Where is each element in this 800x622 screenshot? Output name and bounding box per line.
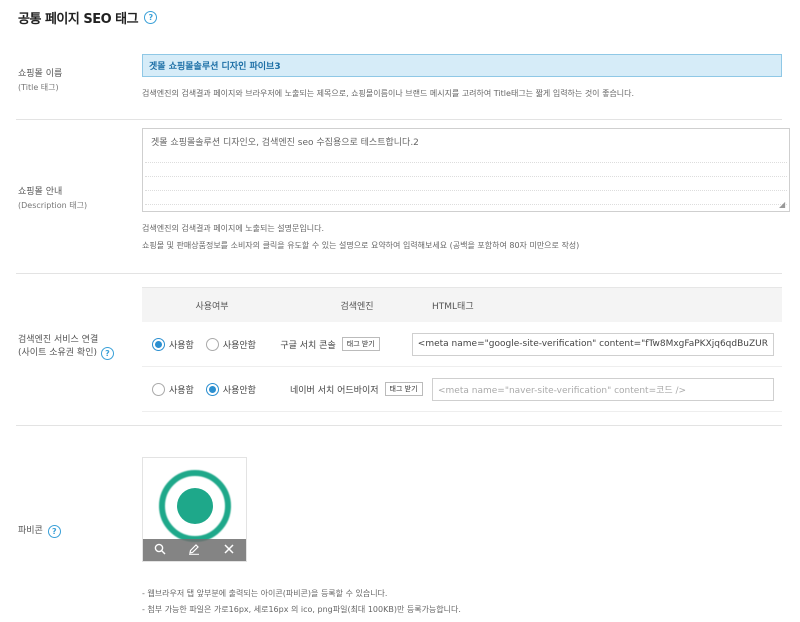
column-header: 검색엔진 [340, 301, 374, 312]
naver-tag-input[interactable]: <meta name="naver-site-verification" con… [432, 377, 774, 401]
column-header: 사용여부 [195, 301, 229, 312]
shop-desc-help-2: 쇼핑몰 및 판매상품정보를 소비자의 클릭을 유도할 수 있는 설명으로 요약하… [142, 241, 580, 250]
help-icon[interactable]: ? [101, 347, 114, 360]
favicon-label-text: 파비콘 [18, 526, 43, 536]
radio-icon[interactable] [152, 382, 165, 396]
shop-desc-value: 겟몰 쇼핑몰솔루션 디자인오, 검색엔진 seo 수집용으로 테스트합니다.2 [151, 138, 419, 148]
table-row: 사용함 사용안함 네이버 서치 어드바이저 태그 받기 <meta name="… [142, 367, 782, 412]
divider [16, 273, 782, 274]
shop-name-input[interactable]: 겟몰 쇼핑몰솔루션 디자인 파이브3 [142, 54, 782, 77]
radio-use-naver[interactable]: 사용함 [152, 382, 194, 396]
shop-name-label: 쇼핑몰 이름 (Title 태그) [18, 68, 62, 94]
column-header: HTML태그 [432, 301, 474, 312]
radio-icon[interactable] [205, 337, 219, 351]
search-icon[interactable] [154, 543, 166, 558]
shop-name-sub-label: (Title 태그) [18, 83, 59, 92]
favicon-image-center [177, 488, 213, 524]
search-service-sub-label: (사이트 소유권 확인) [18, 348, 97, 358]
get-tag-button[interactable]: 태그 받기 [341, 337, 380, 351]
google-tag-input[interactable]: <meta name="google-site-verification" co… [411, 332, 774, 356]
page-title-text: 공통 페이지 SEO 태그 [18, 12, 139, 27]
help-icon[interactable]: ? [144, 11, 158, 24]
divider [16, 425, 782, 426]
shop-desc-help-1: 검색엔진의 검색결과 페이지에 노출되는 설명문입니다. [142, 224, 324, 233]
favicon-note-1: - 웹브라우저 탭 앞부분에 출력되는 아이콘(파비콘)을 등록할 수 있습니다… [142, 589, 388, 598]
radio-label: 사용함 [169, 385, 194, 396]
favicon-label: 파비콘 ? [18, 525, 61, 538]
table-row: 사용함 사용안함 구글 서치 콘솔 태그 받기 <meta name="goog… [142, 322, 782, 367]
page-title: 공통 페이지 SEO 태그 ? [18, 8, 158, 27]
help-icon[interactable]: ? [47, 525, 61, 538]
edit-icon[interactable] [188, 543, 200, 558]
shop-name-help: 검색엔진의 검색결과 페이지와 브라우저에 노출되는 제목으로, 쇼핑몰이름이나… [142, 89, 635, 98]
textarea-lines [145, 149, 787, 205]
radio-use-google[interactable]: 사용함 [152, 337, 194, 351]
search-service-label: 검색엔진 서비스 연결 (사이트 소유권 확인) ? [18, 334, 114, 360]
table-header: 사용여부 검색엔진 HTML태그 [142, 287, 782, 322]
shop-name-label-text: 쇼핑몰 이름 [18, 69, 63, 79]
search-service-label-text: 검색엔진 서비스 연결 [18, 335, 99, 345]
radio-icon[interactable] [152, 337, 165, 351]
radio-label: 사용안함 [222, 385, 256, 396]
radio-nouse-google[interactable]: 사용안함 [205, 337, 256, 351]
resize-handle-icon[interactable]: ◢ [779, 201, 787, 209]
engine-name: 네이버 서치 어드바이저 [290, 385, 379, 396]
radio-icon[interactable] [205, 382, 219, 396]
search-service-table: 사용여부 검색엔진 HTML태그 사용함 사용안함 구글 서치 콘솔 태그 받기… [142, 287, 782, 412]
shop-desc-label-text: 쇼핑몰 안내 [18, 187, 63, 197]
favicon-toolbar [143, 539, 246, 561]
favicon-note-2: - 첨부 가능한 파일은 가로16px, 세로16px 의 ico, png파일… [142, 605, 461, 614]
radio-label: 사용안함 [222, 340, 256, 351]
shop-desc-textarea[interactable]: 겟몰 쇼핑몰솔루션 디자인오, 검색엔진 seo 수집용으로 테스트합니다.2 … [142, 128, 790, 212]
shop-desc-label: 쇼핑몰 안내 (Description 태그) [18, 186, 87, 212]
radio-nouse-naver[interactable]: 사용안함 [205, 382, 256, 396]
get-tag-button[interactable]: 태그 받기 [384, 382, 423, 396]
shop-desc-sub-label: (Description 태그) [18, 201, 88, 210]
engine-name: 구글 서치 콘솔 [280, 340, 336, 351]
close-icon[interactable] [223, 543, 235, 558]
favicon-preview [142, 457, 247, 562]
divider [16, 119, 782, 120]
radio-label: 사용함 [169, 340, 194, 351]
